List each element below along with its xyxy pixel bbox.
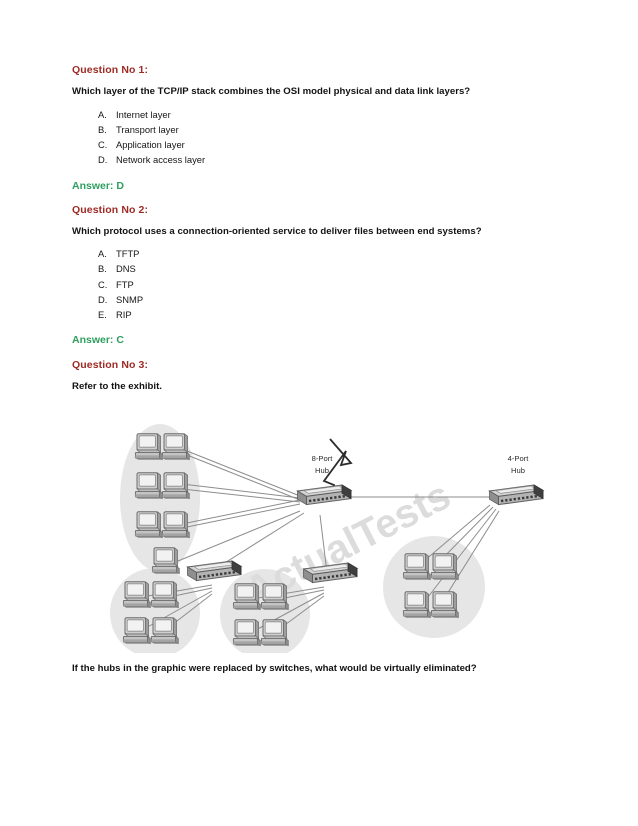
question-2-answer: Answer: C (72, 334, 124, 347)
option-letter: D. (98, 293, 108, 305)
question-3-stem: Refer to the exhibit. (72, 380, 162, 392)
option-text: DNS (116, 263, 136, 275)
question-1-stem: Which layer of the TCP/IP stack combines… (72, 86, 471, 98)
link-tl-1 (181, 448, 301, 497)
option-1-c[interactable]: C. Application layer (98, 137, 566, 152)
option-2-a[interactable]: A. TFTP (98, 246, 566, 261)
option-text: Application layer (116, 139, 185, 151)
option-letter: A. (98, 108, 107, 120)
option-text: SNMP (116, 293, 144, 305)
hub-4-port-icon (489, 484, 544, 506)
option-2-b[interactable]: B. DNS (98, 261, 566, 276)
network-topology-exhibit: ActualTests 8-Port Hub 4-Port Hub (72, 401, 566, 654)
pc-icon (402, 591, 431, 619)
option-letter: C. (98, 278, 108, 290)
hub-4-port-label-line1: 4-Port (508, 454, 530, 463)
pc-icon (122, 581, 151, 609)
question-block-3: Question No 3: Refer to the exhibit. Act… (72, 359, 566, 676)
question-3-heading: Question No 3: (72, 358, 149, 371)
pc-icon (161, 472, 190, 500)
pc-icon (232, 619, 261, 647)
question-3-closing: If the hubs in the graphic were replaced… (72, 663, 477, 675)
option-text: TFTP (116, 248, 140, 260)
pc-icon (430, 553, 459, 581)
pc-icon (430, 591, 459, 619)
document-content: Question No 1: Which layer of the TCP/IP… (72, 64, 566, 676)
question-1-options: A. Internet layer B. Transport layer C. … (72, 107, 566, 168)
question-block-2: Question No 2: Which protocol uses a con… (72, 204, 566, 348)
option-text: Internet layer (116, 108, 171, 120)
question-2-stem: Which protocol uses a connection-oriente… (72, 225, 482, 237)
option-text: FTP (116, 278, 134, 290)
pc-icon (161, 433, 190, 461)
pc-icon (150, 617, 179, 645)
hub-8-port-label-line1: 8-Port (312, 454, 334, 463)
option-letter: B. (98, 263, 107, 275)
option-2-c[interactable]: C. FTP (98, 277, 566, 292)
option-text: RIP (116, 309, 132, 321)
question-block-1: Question No 1: Which layer of the TCP/IP… (72, 64, 566, 193)
option-letter: A. (98, 248, 107, 260)
pc-icon (134, 511, 163, 539)
hub-lower-left-icon (187, 560, 242, 582)
pc-icon (402, 553, 431, 581)
option-text: Transport layer (116, 123, 179, 135)
hub-8-port-label-line2: Hub (315, 466, 329, 475)
hub-4-port-label-line2: Hub (511, 466, 525, 475)
hub-8-port-icon (297, 484, 352, 506)
option-letter: D. (98, 154, 108, 166)
option-text: Network access layer (116, 154, 206, 166)
option-letter: B. (98, 123, 107, 135)
option-2-e[interactable]: E. RIP (98, 307, 566, 322)
question-1-heading: Question No 1: (72, 64, 149, 76)
option-1-d[interactable]: D. Network access layer (98, 152, 566, 167)
option-letter: C. (98, 139, 108, 151)
pc-icon (232, 583, 261, 611)
pc-icon (260, 583, 289, 611)
cluster-right-blob (383, 536, 485, 639)
pc-icon (150, 581, 179, 609)
option-1-a[interactable]: A. Internet layer (98, 107, 566, 122)
option-2-d[interactable]: D. SNMP (98, 292, 566, 307)
pc-icon (134, 433, 163, 461)
link-tl-3b (181, 503, 301, 529)
question-1-answer: Answer: D (72, 179, 124, 192)
pc-icon (161, 511, 190, 539)
pc-icon (134, 472, 163, 500)
question-2-options: A. TFTP B. DNS C. FTP D. SNMP E. RIP (72, 246, 566, 322)
question-2-heading: Question No 2: (72, 203, 149, 216)
pc-icon (260, 619, 289, 647)
pc-icon (122, 617, 151, 645)
document-page: Question No 1: Which layer of the TCP/IP… (0, 0, 638, 826)
option-1-b[interactable]: B. Transport layer (98, 122, 566, 137)
pc-icon (151, 547, 180, 575)
option-letter: E. (98, 309, 107, 321)
